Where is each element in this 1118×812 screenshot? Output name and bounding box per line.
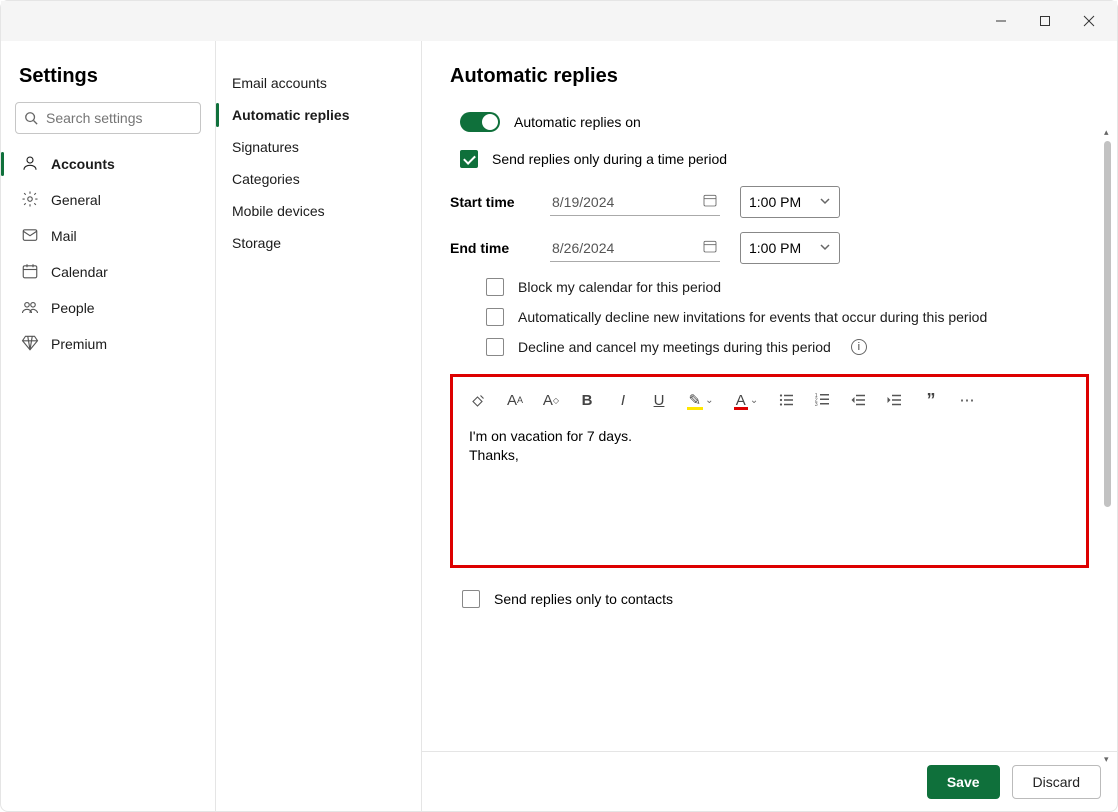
font-button[interactable]: AA <box>505 390 525 410</box>
search-icon <box>24 111 38 128</box>
increase-indent-button[interactable] <box>885 390 905 410</box>
font-color-button[interactable]: A⌄ <box>731 390 761 410</box>
calendar-icon <box>702 192 718 211</box>
subnav-storage[interactable]: Storage <box>216 227 421 259</box>
sidebar-item-general[interactable]: General <box>11 182 205 218</box>
end-time-label: End time <box>450 240 530 256</box>
block-calendar-checkbox[interactable] <box>486 278 504 296</box>
minimize-button[interactable] <box>979 6 1023 36</box>
calendar-icon <box>702 238 718 257</box>
close-button[interactable] <box>1067 6 1111 36</box>
sidebar-item-label: Accounts <box>51 156 115 172</box>
chevron-down-icon <box>819 194 831 210</box>
contacts-only-checkbox[interactable] <box>462 590 480 608</box>
italic-button[interactable]: I <box>613 390 633 410</box>
time-period-checkbox[interactable] <box>460 150 478 168</box>
format-painter-button[interactable] <box>469 390 489 410</box>
decline-new-label: Automatically decline new invitations fo… <box>518 309 987 325</box>
dialog-footer: Save Discard <box>422 751 1117 811</box>
scroll-down-arrow[interactable]: ▾ <box>1104 754 1109 765</box>
accounts-subnav: Email accounts Automatic replies Signatu… <box>216 41 422 811</box>
person-icon <box>21 154 39 175</box>
scrollbar-thumb[interactable] <box>1104 141 1111 507</box>
more-formatting-button[interactable]: ⋯ <box>957 390 977 410</box>
scrollbar[interactable]: ▴ ▾ <box>1103 141 1113 751</box>
save-button[interactable]: Save <box>927 765 1000 799</box>
number-list-button[interactable]: 123 <box>813 390 833 410</box>
decline-cancel-label: Decline and cancel my meetings during th… <box>518 339 831 355</box>
info-icon[interactable]: i <box>851 339 867 355</box>
automatic-replies-toggle[interactable] <box>460 112 500 132</box>
settings-sidebar: Settings Accounts General Mail Calendar … <box>1 41 216 811</box>
main-panel: Automatic replies Automatic replies on S… <box>422 41 1117 811</box>
sidebar-item-label: Calendar <box>51 264 108 280</box>
bullet-list-button[interactable] <box>777 390 797 410</box>
subnav-automatic-replies[interactable]: Automatic replies <box>216 99 421 131</box>
subnav-email-accounts[interactable]: Email accounts <box>216 67 421 99</box>
end-date-field[interactable]: 8/26/2024 <box>550 234 720 262</box>
maximize-button[interactable] <box>1023 6 1067 36</box>
search-input[interactable] <box>15 102 201 134</box>
bold-button[interactable]: B <box>577 390 597 410</box>
chevron-down-icon <box>819 240 831 256</box>
start-date-field[interactable]: 8/19/2024 <box>550 188 720 216</box>
highlight-button[interactable]: ✎⌄ <box>685 390 715 410</box>
sidebar-item-label: People <box>51 300 95 316</box>
quote-button[interactable]: ” <box>921 390 941 410</box>
people-icon <box>21 298 39 319</box>
start-time-select[interactable]: 1:00 PM <box>740 186 840 218</box>
diamond-icon <box>21 334 39 355</box>
subnav-mobile-devices[interactable]: Mobile devices <box>216 195 421 227</box>
start-time-label: Start time <box>450 194 530 210</box>
discard-button[interactable]: Discard <box>1012 765 1101 799</box>
sidebar-item-mail[interactable]: Mail <box>11 218 205 254</box>
font-size-button[interactable]: A◇ <box>541 390 561 410</box>
svg-text:3: 3 <box>815 402 818 408</box>
page-title: Automatic replies <box>450 65 1089 88</box>
window-titlebar <box>1 1 1117 41</box>
decline-cancel-checkbox[interactable] <box>486 338 504 356</box>
editor-toolbar: AA A◇ B I U ✎⌄ A⌄ 123 ” ⋯ <box>453 377 1086 423</box>
toggle-label: Automatic replies on <box>514 114 641 130</box>
sidebar-item-accounts[interactable]: Accounts <box>11 146 205 182</box>
decline-new-checkbox[interactable] <box>486 308 504 326</box>
sidebar-item-premium[interactable]: Premium <box>11 326 205 362</box>
sidebar-item-people[interactable]: People <box>11 290 205 326</box>
scroll-up-arrow[interactable]: ▴ <box>1104 127 1109 138</box>
end-time-select[interactable]: 1:00 PM <box>740 232 840 264</box>
settings-title: Settings <box>11 57 205 102</box>
calendar-icon <box>21 262 39 283</box>
sidebar-item-label: Mail <box>51 228 77 244</box>
subnav-signatures[interactable]: Signatures <box>216 131 421 163</box>
editor-textarea[interactable]: I'm on vacation for 7 days. Thanks, <box>453 423 1086 565</box>
envelope-icon <box>21 226 39 247</box>
decrease-indent-button[interactable] <box>849 390 869 410</box>
gear-icon <box>21 190 39 211</box>
sidebar-item-label: General <box>51 192 101 208</box>
sidebar-item-calendar[interactable]: Calendar <box>11 254 205 290</box>
reply-editor: AA A◇ B I U ✎⌄ A⌄ 123 ” ⋯ <box>450 374 1089 568</box>
time-period-label: Send replies only during a time period <box>492 151 727 167</box>
block-calendar-label: Block my calendar for this period <box>518 279 721 295</box>
contacts-only-label: Send replies only to contacts <box>494 591 673 607</box>
underline-button[interactable]: U <box>649 390 669 410</box>
sidebar-item-label: Premium <box>51 336 107 352</box>
subnav-categories[interactable]: Categories <box>216 163 421 195</box>
